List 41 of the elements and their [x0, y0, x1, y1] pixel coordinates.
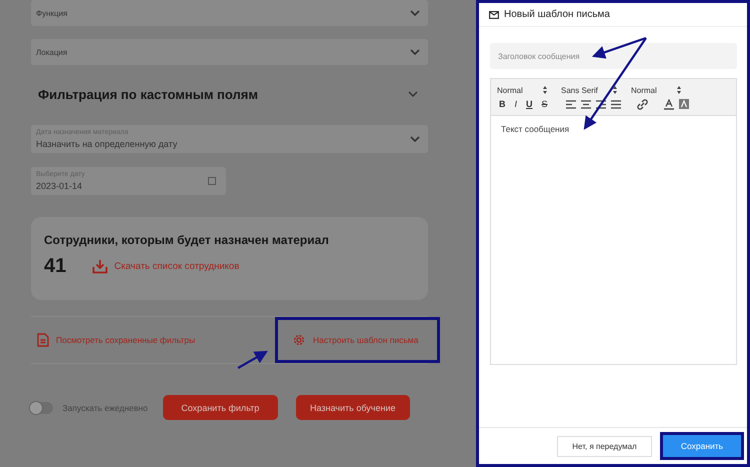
align-icon[interactable] — [596, 100, 606, 108]
text-color-icon[interactable] — [664, 98, 674, 110]
chevron-icon — [408, 91, 418, 97]
modal-title: Новый шаблон письма — [504, 9, 610, 20]
calendar-icon — [208, 177, 216, 185]
rich-text-editor[interactable]: Normal Sans Serif Normal B I U S Текст сообщения — [490, 78, 737, 365]
sort-arrows-icon — [677, 86, 681, 94]
link-icon[interactable] — [636, 98, 648, 110]
toggle-label: Запускать ежедневно — [62, 402, 149, 412]
card-title: Сотрудники, которым будет назначен материал — [44, 233, 329, 247]
align-icon[interactable] — [580, 100, 591, 108]
format-dropdown[interactable]: Normal — [631, 86, 681, 94]
select-field[interactable]: Функция — [31, 0, 428, 26]
format-button[interactable]: I — [512, 99, 520, 109]
subject-field[interactable]: Заголовок сообщения — [490, 43, 737, 69]
save-button[interactable]: Сохранить — [663, 435, 741, 457]
format-dropdown[interactable]: Normal — [497, 86, 547, 94]
toggle-switch[interactable] — [29, 402, 52, 414]
format-button[interactable]: B — [497, 99, 508, 109]
sort-arrows-icon — [543, 86, 547, 94]
document-icon — [37, 333, 49, 347]
envelope-icon — [489, 10, 499, 18]
select-field[interactable]: Локация — [31, 39, 428, 65]
assign-button[interactable]: Назначить обучение — [296, 395, 410, 420]
collapsible-header[interactable]: Фильтрация по кастомным полям — [31, 81, 428, 107]
align-icon[interactable] — [610, 100, 621, 108]
chevron-icon — [410, 10, 420, 16]
format-button[interactable]: S — [540, 99, 550, 109]
align-icon[interactable] — [566, 100, 576, 108]
chevron-icon — [410, 49, 420, 55]
format-button[interactable]: U — [524, 99, 535, 109]
chevron-icon — [410, 136, 420, 142]
download-icon — [92, 259, 108, 274]
employee-count: 41 — [44, 255, 66, 278]
background-color-icon[interactable] — [678, 99, 689, 109]
save-filter-button[interactable]: Сохранить фильтр — [163, 395, 278, 420]
cancel-button[interactable]: Нет, я передумал — [557, 436, 652, 456]
annotation-arrow — [237, 350, 268, 369]
sort-arrows-icon — [613, 86, 617, 94]
gear-icon — [292, 333, 306, 347]
format-dropdown[interactable]: Sans Serif — [561, 86, 617, 94]
